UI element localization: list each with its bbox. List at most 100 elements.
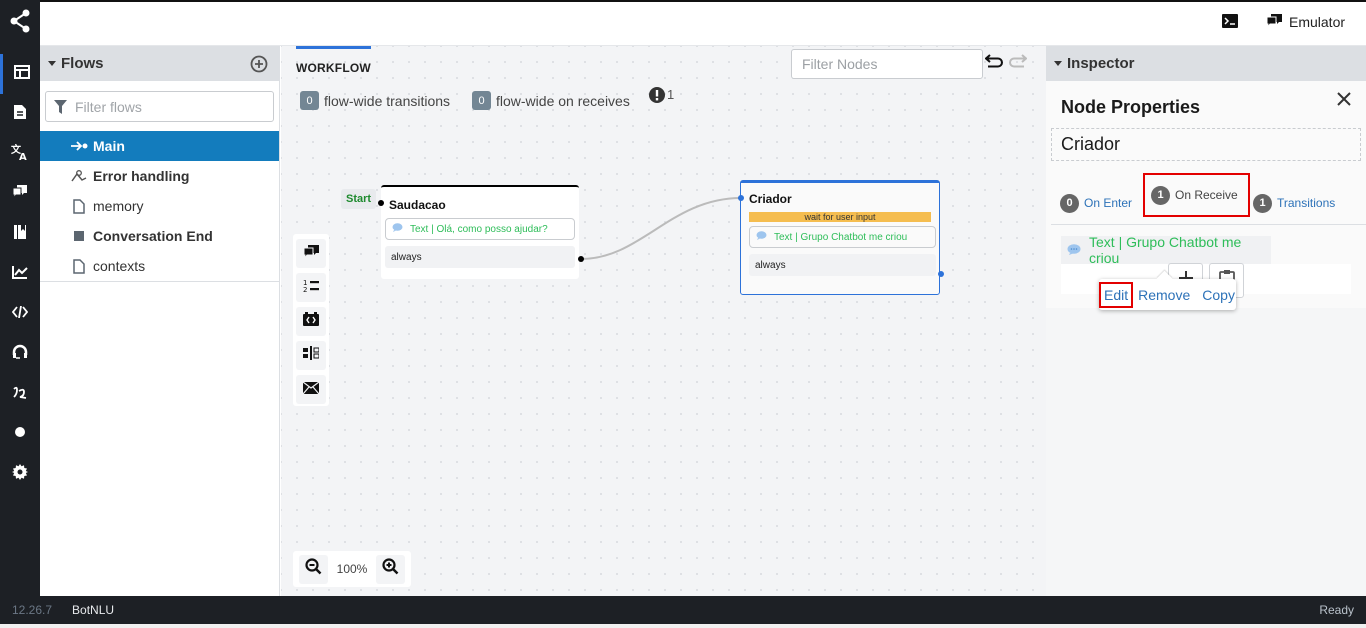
- node-properties: Node Properties Criador 0 On Enter 1 On …: [1046, 81, 1366, 308]
- flows-layout-icon: [13, 64, 30, 84]
- node-title: Saudacao: [389, 198, 446, 212]
- flow-item-error-handling[interactable]: Error handling: [40, 161, 279, 191]
- nav-testing[interactable]: [0, 414, 40, 454]
- node-action[interactable]: Text | Olá, como posso ajudar?: [385, 218, 575, 240]
- bot-name[interactable]: BotNLU: [72, 603, 114, 617]
- zoom-in-icon: [382, 558, 399, 580]
- filter-flows-input[interactable]: Filter flows: [45, 91, 274, 122]
- nav-hitl[interactable]: [0, 334, 40, 374]
- emulator-label: Emulator: [1289, 14, 1346, 30]
- nav-content[interactable]: [0, 94, 40, 134]
- tab-count: 1: [1253, 193, 1272, 213]
- workflow-canvas[interactable]: WORKFLOW Filter Nodes 0 flow-wide transi…: [281, 46, 1046, 596]
- flow-label: Main: [93, 138, 125, 154]
- action-context-popover: Edit Remove Copy: [1099, 270, 1237, 310]
- plus-circle-icon: [250, 55, 268, 73]
- entry-icon: [70, 141, 88, 151]
- headset-icon: [12, 344, 28, 365]
- flow-item-main[interactable]: Main: [40, 131, 279, 161]
- flows-panel-header[interactable]: Flows: [40, 46, 279, 81]
- nav-code-editor[interactable]: [0, 294, 40, 334]
- message-icon: [756, 231, 767, 243]
- edit-button[interactable]: Edit: [1099, 281, 1134, 308]
- router-node-tool[interactable]: [296, 341, 326, 370]
- tab-count: 1: [1151, 185, 1170, 205]
- flows-panel: Flows Filter flows Main Error handling m…: [40, 46, 280, 596]
- standard-node-tool[interactable]: [296, 239, 326, 268]
- file-icon: [70, 258, 88, 274]
- circle-icon: [14, 425, 26, 443]
- start-label: Start: [341, 189, 377, 209]
- chat-bubbles-icon: [12, 184, 28, 204]
- gear-icon: [12, 463, 28, 485]
- logs-console-button[interactable]: [1222, 2, 1238, 42]
- flow-item-memory[interactable]: memory: [40, 191, 279, 221]
- zoom-out-button[interactable]: [299, 554, 328, 584]
- version-label: 12.26.7: [12, 603, 53, 617]
- tab-on-enter[interactable]: 0 On Enter: [1060, 185, 1132, 221]
- nav-nlu[interactable]: [0, 374, 40, 414]
- wait-for-input-banner: wait for user input: [749, 212, 931, 222]
- nav-qna[interactable]: [0, 174, 40, 214]
- nav-translations[interactable]: 文A: [0, 134, 40, 174]
- zoom-out-icon: [305, 558, 322, 580]
- nav-analytics[interactable]: [0, 254, 40, 294]
- svg-text:2: 2: [303, 286, 307, 293]
- chat-bubbles-icon: [303, 244, 320, 264]
- node-output-port[interactable]: [578, 256, 584, 262]
- node-input-port[interactable]: [738, 195, 744, 201]
- zoom-in-button[interactable]: [375, 554, 405, 584]
- close-icon[interactable]: [1336, 91, 1352, 112]
- filter-flows-placeholder: Filter flows: [75, 98, 142, 115]
- main-sidebar: 文A: [0, 0, 40, 596]
- caret-down-icon: [48, 61, 56, 66]
- emulator-button[interactable]: Emulator: [1266, 2, 1345, 42]
- document-icon: [13, 104, 27, 125]
- message-icon: [1067, 242, 1081, 258]
- action-node-tool[interactable]: [296, 375, 326, 404]
- chat-bubbles-icon: [1266, 13, 1283, 31]
- tab-label: On Receive: [1175, 188, 1238, 202]
- tab-label: On Enter: [1084, 196, 1133, 210]
- library-icon: [13, 224, 27, 245]
- copy-button[interactable]: Copy: [1200, 283, 1237, 307]
- list-node-tool[interactable]: 12: [296, 273, 326, 302]
- flow-item-conversation-end[interactable]: Conversation End: [40, 221, 279, 251]
- inspector-header[interactable]: Inspector: [1046, 46, 1366, 81]
- node-transition[interactable]: always: [749, 254, 936, 276]
- node-input-port[interactable]: [378, 200, 384, 206]
- nav-library[interactable]: [0, 214, 40, 254]
- code-icon: [11, 305, 29, 323]
- node-action[interactable]: Text | Grupo Chatbot me criou: [749, 226, 936, 248]
- nav-flows[interactable]: [0, 54, 40, 94]
- flow-list: Main Error handling memory Conversation …: [40, 131, 279, 282]
- node-output-port[interactable]: [938, 271, 944, 277]
- add-flow-button[interactable]: [250, 55, 268, 77]
- tab-count: 0: [1060, 193, 1079, 213]
- node-saudacao[interactable]: Saudacao Text | Olá, como posso ajudar? …: [381, 185, 579, 279]
- flow-label: contexts: [93, 258, 146, 274]
- tab-on-receive[interactable]: 1 On Receive: [1143, 173, 1250, 217]
- filter-icon: [54, 99, 67, 114]
- node-name-field[interactable]: Criador: [1051, 128, 1361, 161]
- svg-text:A: A: [19, 152, 27, 160]
- numbered-list-icon: 12: [303, 278, 320, 298]
- tab-transitions[interactable]: 1 Transitions: [1253, 185, 1335, 221]
- on-receive-action[interactable]: Text | Grupo Chatbot me criou: [1061, 234, 1271, 266]
- node-transition[interactable]: always: [385, 246, 575, 268]
- flow-item-contexts[interactable]: contexts: [40, 251, 279, 281]
- tab-label: Transitions: [1277, 196, 1336, 210]
- share-logo-icon[interactable]: [8, 6, 32, 36]
- zoom-controls: 100%: [293, 551, 411, 587]
- file-icon: [70, 198, 88, 214]
- nav-settings[interactable]: [0, 454, 40, 494]
- top-header: Emulator: [40, 2, 1366, 46]
- execute-node-tool[interactable]: [296, 307, 326, 336]
- envelope-icon: [302, 381, 320, 399]
- flow-label: Error handling: [93, 168, 190, 184]
- caret-down-icon: [1054, 61, 1062, 66]
- error-flow-icon: [70, 170, 88, 182]
- remove-button[interactable]: Remove: [1136, 283, 1192, 307]
- translate-icon: 文A: [11, 143, 29, 165]
- node-criador[interactable]: Criador wait for user input Text | Grupo…: [740, 180, 940, 295]
